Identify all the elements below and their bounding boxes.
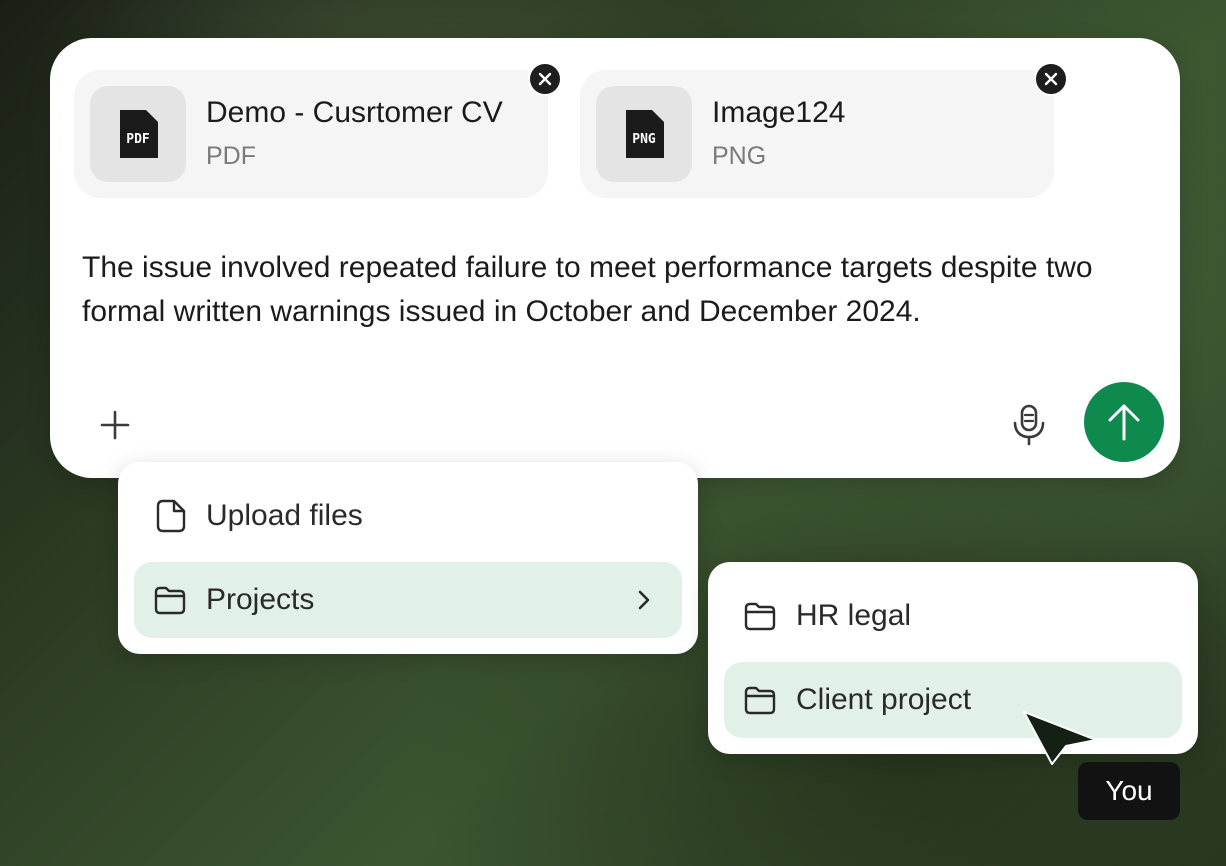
folder-icon xyxy=(740,680,780,720)
remove-attachment-button[interactable] xyxy=(1034,62,1068,96)
send-button[interactable] xyxy=(1084,382,1164,462)
close-icon xyxy=(1044,72,1058,86)
microphone-button[interactable] xyxy=(1002,398,1056,452)
plus-icon xyxy=(100,410,130,440)
attachment-type: PNG xyxy=(712,142,767,170)
menu-item-label: Projects xyxy=(206,583,315,616)
submenu-item-client-project[interactable]: Client project xyxy=(724,662,1182,738)
menu-item-upload-files[interactable]: Upload files xyxy=(134,478,682,554)
microphone-icon xyxy=(1013,404,1045,446)
chat-composer: PDF Demo - Cusrtomer CV PDF PNG Image124… xyxy=(50,38,1180,478)
cursor-pointer-icon xyxy=(1023,711,1097,765)
remove-attachment-button[interactable] xyxy=(528,62,562,96)
svg-text:PNG: PNG xyxy=(632,132,656,147)
submenu-item-hr-legal[interactable]: HR legal xyxy=(724,578,1182,654)
pdf-file-icon: PDF xyxy=(90,86,186,182)
cursor-label: You xyxy=(1078,762,1180,820)
chevron-right-icon xyxy=(630,586,658,614)
file-icon xyxy=(150,496,190,536)
message-input[interactable]: The issue involved repeated failure to m… xyxy=(82,246,1152,334)
arrow-up-icon xyxy=(1108,404,1140,441)
add-menu: Upload files Projects xyxy=(118,462,698,654)
submenu-item-label: HR legal xyxy=(796,599,912,632)
svg-text:PDF: PDF xyxy=(126,132,150,147)
add-button[interactable] xyxy=(90,400,140,450)
attachment-card-pdf[interactable]: PDF Demo - Cusrtomer CV PDF xyxy=(74,62,562,198)
attachment-name: Demo - Cusrtomer CV xyxy=(206,96,503,129)
png-file-icon: PNG xyxy=(596,86,692,182)
projects-submenu: HR legal Client project xyxy=(708,562,1198,754)
attachment-name: Image124 xyxy=(712,96,846,129)
menu-item-projects[interactable]: Projects xyxy=(134,562,682,638)
close-icon xyxy=(538,72,552,86)
attachment-card-png[interactable]: PNG Image124 PNG xyxy=(580,62,1068,198)
folder-icon xyxy=(150,580,190,620)
submenu-item-label: Client project xyxy=(796,683,972,716)
menu-item-label: Upload files xyxy=(206,499,363,532)
attachment-type: PDF xyxy=(206,142,256,170)
folder-icon xyxy=(740,596,780,636)
